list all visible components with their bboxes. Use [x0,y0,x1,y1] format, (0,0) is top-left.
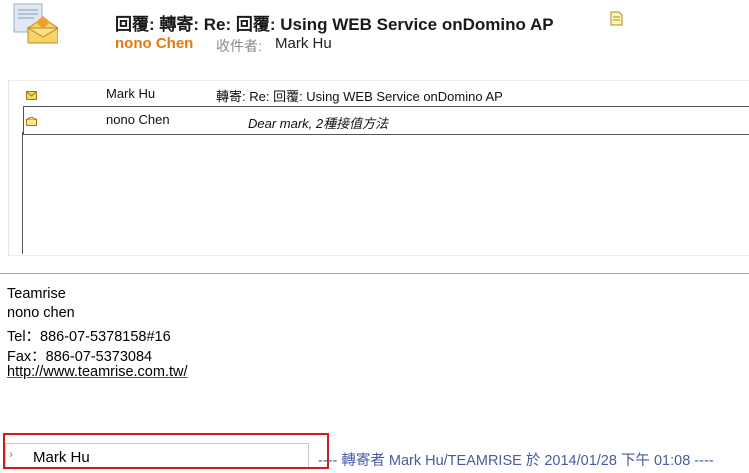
forwarded-by-info: ---- 轉寄者 Mark Hu/TEAMRISE 於 2014/01/28 下… [318,453,714,469]
website-link[interactable]: http://www.teamrise.com.tw/ [7,364,188,380]
thread-row-from: nono Chen [106,112,170,127]
thread-row-from: Mark Hu [106,86,156,101]
signature-tel: Tel：886-07-5378158#16 [7,329,171,345]
sender-name[interactable]: nono Chen [115,35,193,52]
attachment-document-icon[interactable] [610,11,623,26]
highlight-box [3,433,329,469]
thread-row-snippet: Dear mark, 2種接值方法 [248,116,389,131]
signature-link-wrap: http://www.teamrise.com.tw/ [7,364,188,380]
thread-row-selected[interactable]: nono Chen Dear mark, 2種接值方法 [23,106,749,135]
thread-row-subject: 轉寄: Re: 回覆: Using WEB Service onDomino A… [216,89,503,104]
signature-company: Teamrise [7,286,66,302]
message-subject: 回覆: 轉寄: Re: 回覆: Using WEB Service onDomi… [115,15,554,34]
conversation-thread-panel: Mark Hu 轉寄: Re: 回覆: Using WEB Service on… [8,80,749,256]
header-body-divider [0,273,749,274]
thread-tree-line [22,132,23,254]
reply-mail-icon [26,114,37,126]
recipient-name[interactable]: Mark Hu [275,35,332,52]
thread-row[interactable]: Mark Hu 轉寄: Re: 回覆: Using WEB Service on… [24,81,749,107]
forward-mail-icon [26,88,37,100]
recipient-label: 收件者: [216,38,262,54]
signature-name: nono chen [7,305,75,321]
mail-envelope-icon [12,2,60,44]
signature-fax: Fax：886-07-5373084 [7,349,153,365]
